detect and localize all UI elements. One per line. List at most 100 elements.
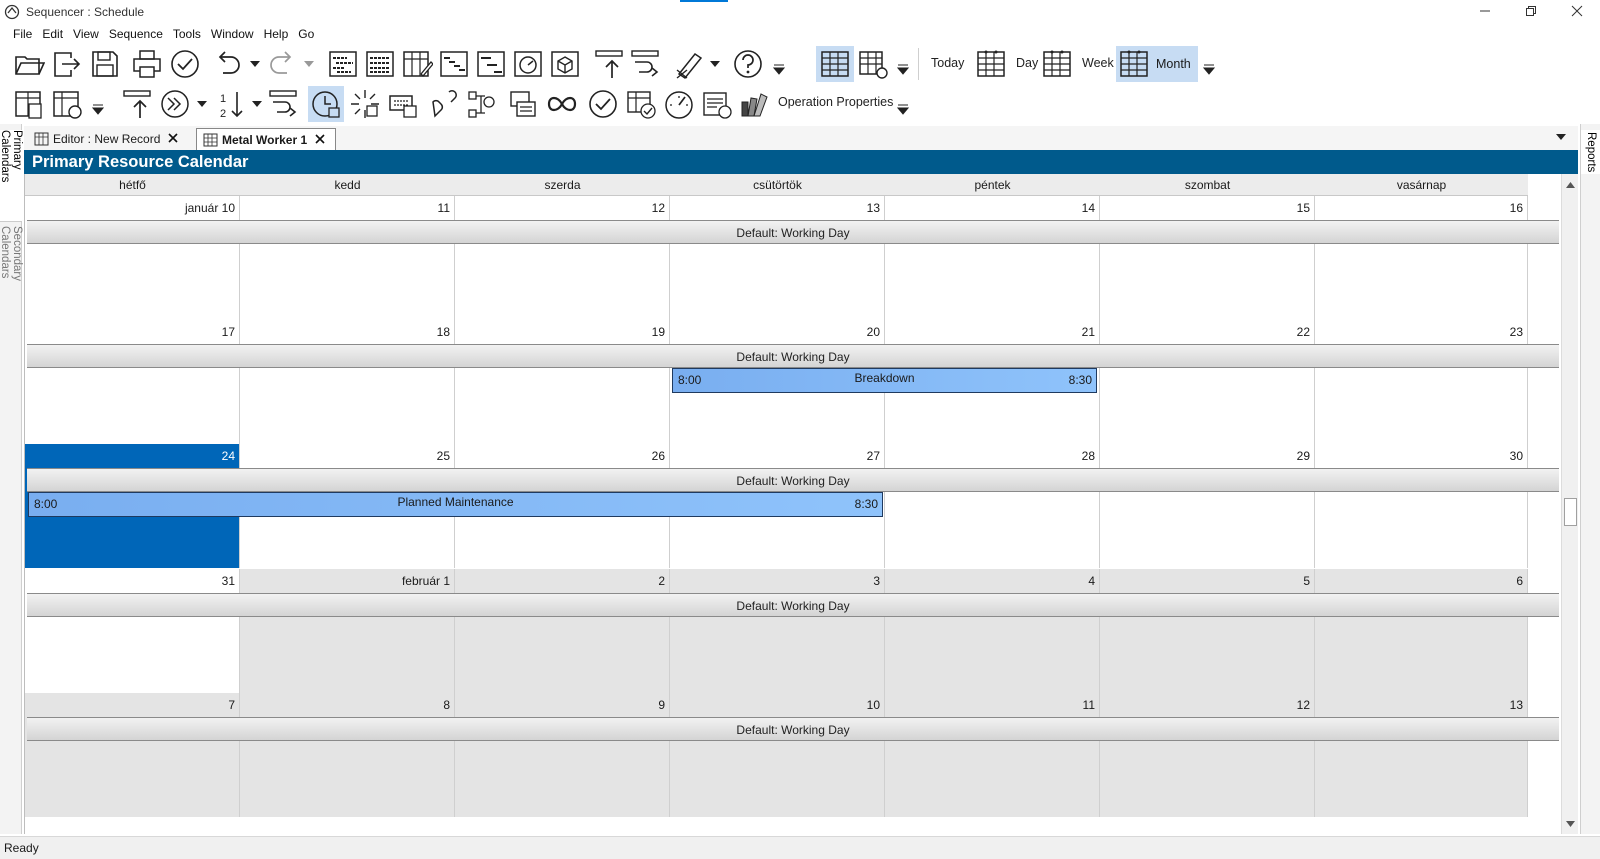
day-cell[interactable]: 29 <box>1100 444 1315 568</box>
schedule-view-1-button[interactable] <box>326 46 360 82</box>
schedule-view-2-button[interactable] <box>363 46 397 82</box>
minimize-button[interactable] <box>1462 0 1508 22</box>
day-cell[interactable]: 22 <box>1100 320 1315 444</box>
redo-button[interactable] <box>266 46 300 82</box>
day-cell[interactable]: 16 <box>1315 196 1528 320</box>
menu-tools[interactable]: Tools <box>168 25 206 43</box>
redo-dropdown[interactable] <box>303 58 315 70</box>
menu-help[interactable]: Help <box>259 25 294 43</box>
day-cell[interactable]: 17 <box>25 320 240 444</box>
scroll-up-button[interactable] <box>1562 176 1579 193</box>
day-cell[interactable]: 5 <box>1100 569 1315 693</box>
menu-view[interactable]: View <box>68 25 104 43</box>
reroute-button[interactable] <box>266 86 300 122</box>
color-palette-button[interactable] <box>738 86 772 122</box>
edit-schedule-button[interactable] <box>400 46 434 82</box>
day-cell[interactable]: 23 <box>1315 320 1528 444</box>
grid-view-button[interactable] <box>816 46 854 82</box>
forward-dropdown[interactable] <box>196 98 208 110</box>
day-cell[interactable]: 9 <box>455 693 670 817</box>
copy-records-button[interactable] <box>506 86 540 122</box>
day-cell[interactable]: 7 <box>25 693 240 817</box>
link-button[interactable] <box>428 86 462 122</box>
restore-button[interactable] <box>1508 0 1554 22</box>
day-cell[interactable]: 31 <box>25 569 240 693</box>
timeline-view-button[interactable] <box>474 46 508 82</box>
fast-forward-button[interactable] <box>158 86 192 122</box>
day-cell[interactable]: 4 <box>885 569 1100 693</box>
day-cell[interactable]: 3 <box>670 569 885 693</box>
close-tab-icon[interactable] <box>314 133 326 145</box>
toolbar1-overflow[interactable] <box>772 64 786 76</box>
report-settings-button[interactable] <box>700 86 734 122</box>
month-view-button[interactable]: Month <box>1116 46 1198 82</box>
sort-button[interactable]: 12 <box>214 86 248 122</box>
day-cell[interactable]: 11 <box>885 693 1100 817</box>
view-dropdown[interactable] <box>1202 64 1216 76</box>
reports-tab[interactable]: Reports <box>1581 130 1600 174</box>
scroll-down-button[interactable] <box>1562 815 1579 832</box>
day-cell[interactable]: 18 <box>240 320 455 444</box>
week-label[interactable]: Week <box>1082 56 1114 70</box>
working-day-band[interactable]: Default: Working Day <box>27 468 1559 492</box>
report-button[interactable] <box>12 86 46 122</box>
undo-button[interactable] <box>210 46 244 82</box>
day-cell[interactable]: február 1 <box>240 569 455 693</box>
help-button[interactable] <box>731 46 765 82</box>
move-back-button[interactable] <box>120 86 154 122</box>
day-cell[interactable]: 2 <box>455 569 670 693</box>
day-cell[interactable]: 13 <box>670 196 885 320</box>
scroll-thumb[interactable] <box>1564 498 1577 526</box>
export-button[interactable] <box>50 46 84 82</box>
event-planned-maintenance[interactable]: 8:00 Planned Maintenance 8:30 <box>28 492 883 517</box>
working-day-band[interactable]: Default: Working Day <box>27 220 1559 244</box>
today-button[interactable]: Today <box>931 56 964 70</box>
keyboard-edit-button[interactable] <box>386 86 420 122</box>
grid-dropdown[interactable] <box>896 64 910 76</box>
day-cell[interactable]: 13 <box>1315 693 1528 817</box>
sequence-forward-button[interactable] <box>628 46 662 82</box>
menu-file[interactable]: File <box>8 25 37 43</box>
day-cell[interactable]: 10 <box>670 693 885 817</box>
refresh-report-button[interactable] <box>50 86 84 122</box>
working-day-band[interactable]: Default: Working Day <box>27 593 1559 617</box>
close-tab-icon[interactable] <box>167 132 179 144</box>
clear-dropdown[interactable] <box>709 58 721 70</box>
day-cell[interactable]: 14 <box>885 196 1100 320</box>
performance-button[interactable] <box>662 86 696 122</box>
cascade-view-button[interactable] <box>437 46 471 82</box>
primary-calendars-tab[interactable]: Primary Calendars <box>0 130 23 222</box>
day-cell[interactable]: 15 <box>1100 196 1315 320</box>
day-cell[interactable]: 12 <box>455 196 670 320</box>
close-window-button[interactable] <box>1554 0 1600 22</box>
day-cell[interactable]: 12 <box>1100 693 1315 817</box>
undo-dropdown[interactable] <box>249 58 261 70</box>
tab-editor-new-record[interactable]: Editor : New Record <box>28 128 188 150</box>
menu-sequence[interactable]: Sequence <box>104 25 168 43</box>
event-breakdown[interactable]: 8:00 Breakdown 8:30 <box>672 368 1097 393</box>
day-cell[interactable]: 19 <box>455 320 670 444</box>
working-day-band[interactable]: Default: Working Day <box>27 344 1559 368</box>
report-dropdown[interactable] <box>91 104 105 116</box>
resources-button[interactable] <box>548 46 582 82</box>
burst-button[interactable] <box>348 86 382 122</box>
sort-dropdown[interactable] <box>251 98 263 110</box>
dashboard-button[interactable] <box>511 46 545 82</box>
menu-edit[interactable]: Edit <box>37 25 68 43</box>
lock-time-button[interactable] <box>308 86 344 122</box>
day-label[interactable]: Day <box>1016 56 1038 70</box>
grid-settings-button[interactable] <box>856 46 890 82</box>
tab-metal-worker-1[interactable]: Metal Worker 1 <box>196 128 336 150</box>
day-cell[interactable]: január 10 <box>25 196 240 320</box>
checklist-button[interactable] <box>624 86 658 122</box>
infinite-button[interactable] <box>544 86 580 122</box>
open-button[interactable] <box>12 46 46 82</box>
day-cell[interactable]: 30 <box>1315 444 1528 568</box>
menu-window[interactable]: Window <box>206 25 259 43</box>
day-view-button[interactable] <box>974 46 1008 82</box>
clear-button[interactable] <box>672 46 706 82</box>
validate-button[interactable] <box>168 46 202 82</box>
day-cell[interactable]: 11 <box>240 196 455 320</box>
day-cell[interactable]: 6 <box>1315 569 1528 693</box>
secondary-calendars-tab[interactable]: Secondary Calendars <box>0 226 23 336</box>
